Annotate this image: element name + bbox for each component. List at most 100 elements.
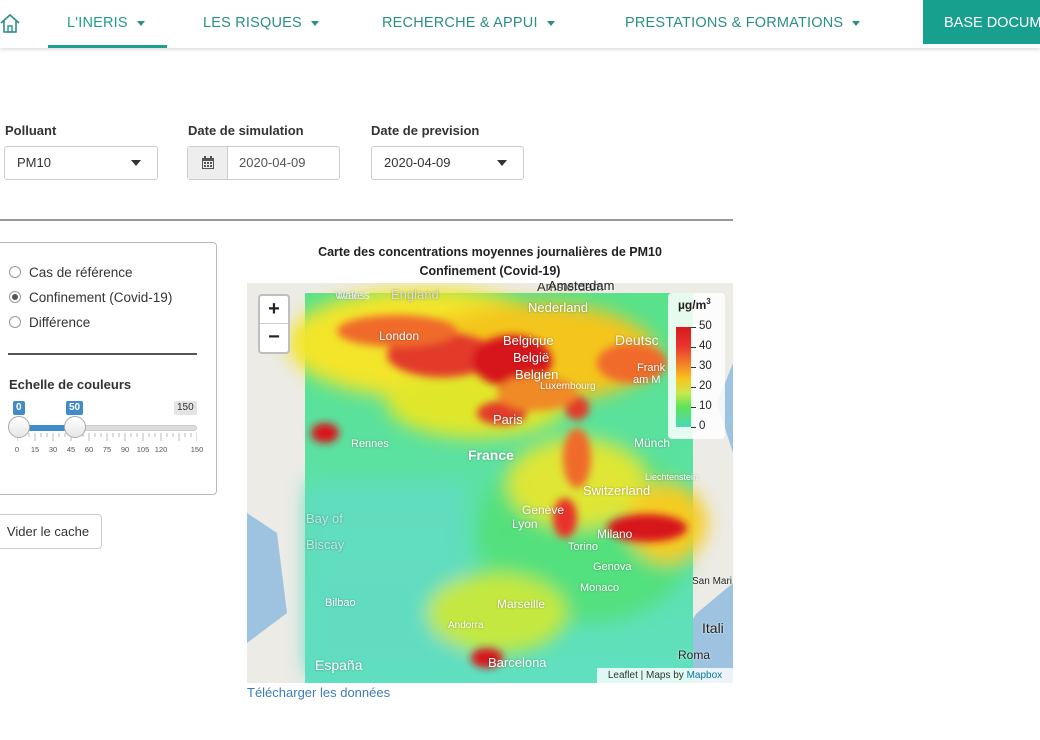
map-place-label: Roma (678, 648, 711, 662)
map-place-label: Milano (597, 527, 633, 541)
map-zoom-control: + − (258, 294, 290, 354)
map-subtitle: Confinement (Covid-19) (419, 264, 561, 278)
radio-difference[interactable]: Différence (9, 315, 90, 330)
map-place-label: San Mari (692, 576, 733, 587)
map-place-label: Monaco (580, 582, 620, 594)
map-place-label: Liechtenstein (645, 472, 699, 482)
map-title: Carte des concentrations moyennes journa… (318, 245, 662, 259)
map-place-label: Belgique (503, 333, 554, 348)
slider-to-handle[interactable] (64, 416, 86, 438)
nav-item-lineris[interactable]: L'INERIS (67, 15, 145, 31)
legend-tick-label: 10 (699, 400, 712, 412)
map-place-label: Deutsc (615, 332, 659, 348)
slider-tick-label: 90 (120, 445, 130, 454)
polluant-label: Polluant (5, 123, 57, 138)
slider-tick-label: 150 (190, 445, 204, 454)
slider-tick-label: 120 (154, 445, 168, 454)
top-navbar: L'INERIS LES RISQUES RECHERCHE & APPUI P… (0, 0, 1040, 48)
map-attribution: Leaflet | Maps by Mapbox (597, 668, 733, 683)
map-place-label: Marseille (497, 597, 546, 611)
radio-circle-icon (9, 266, 21, 278)
map-place-label: Rennes (351, 438, 389, 450)
options-panel: Cas de référence Confinement (Covid-19) … (0, 242, 217, 495)
clear-cache-button[interactable]: Vider le cache (0, 514, 102, 549)
caret-down-icon (136, 20, 145, 26)
map-place-label: London (379, 329, 420, 343)
date-simulation-input[interactable]: 2020-04-09 (187, 146, 340, 180)
map-raster: Wales Amsterdam (247, 283, 733, 683)
zoom-out-button[interactable]: − (260, 324, 288, 352)
map-place-label: France (468, 447, 514, 463)
nav-item-prestations-formations[interactable]: PRESTATIONS & FORMATIONS (625, 15, 861, 31)
map-place-label: Switzerland (583, 483, 651, 498)
slider-tick-label: 105 (136, 445, 150, 454)
slider-ticks (17, 433, 197, 441)
mapbox-link[interactable]: Mapbox (687, 670, 723, 681)
map-place-label: Amsterdam (548, 278, 615, 293)
nav-item-recherche-appui[interactable]: RECHERCHE & APPUI (382, 15, 555, 31)
dropdown-arrow-icon (497, 160, 507, 166)
map-place-label: Luxembourg (540, 381, 596, 392)
map-place-label: Wales (335, 290, 366, 302)
radio-circle-icon (9, 316, 21, 328)
map-place-label: Frank (637, 362, 666, 374)
caret-down-icon (546, 20, 555, 26)
map-place-label: Nederland (528, 300, 588, 315)
legend-tick-label: 30 (699, 360, 712, 372)
slider-tick-label: 75 (102, 445, 112, 454)
caret-down-icon (310, 20, 319, 26)
map-place-label: Lyon (512, 517, 538, 531)
legend-tick-mark (691, 367, 696, 368)
map-place-label: am M (633, 374, 661, 386)
map-place-label: Andorra (448, 620, 484, 631)
slider-from-handle[interactable] (8, 416, 30, 438)
slider-tick-label: 45 (66, 445, 76, 454)
map-place-label: Barcelona (488, 655, 547, 670)
map-legend: µg/m3 50 40 30 20 10 0 (668, 293, 725, 439)
legend-tick-mark (691, 347, 696, 348)
date-simulation-value: 2020-04-09 (239, 155, 306, 170)
legend-tick-label: 40 (699, 340, 712, 352)
legend-tick-label: 20 (699, 380, 712, 392)
map-place-label: Torino (568, 541, 598, 553)
pollution-map[interactable]: Wales Amsterdam (247, 283, 733, 683)
download-data-link[interactable]: Télécharger les données (247, 685, 390, 700)
dropdown-arrow-icon (131, 160, 141, 166)
zoom-in-button[interactable]: + (260, 296, 288, 324)
map-place-label: Bilbao (325, 597, 356, 609)
panel-divider (8, 353, 197, 355)
calendar-addon (188, 147, 228, 179)
slider-from-badge: 0 (13, 401, 25, 415)
map-place-label: Bay of (306, 511, 343, 526)
map-place-label: Biscay (306, 537, 345, 552)
nav-base-documentaire-button[interactable]: BASE DOCUM (923, 0, 1040, 44)
map-place-label: Itali (702, 620, 724, 636)
nav-item-les-risques[interactable]: LES RISQUES (203, 15, 319, 31)
radio-cas-de-reference[interactable]: Cas de référence (9, 265, 133, 280)
legend-tick-mark (691, 327, 696, 328)
slider-max-badge: 150 (174, 401, 197, 415)
caret-down-icon (852, 20, 861, 26)
date-prevision-select[interactable]: 2020-04-09 (371, 146, 524, 180)
polluant-select[interactable]: PM10 (4, 146, 158, 180)
calendar-icon (202, 156, 214, 169)
slider-tick-label: 30 (48, 445, 58, 454)
map-place-label: Genève (522, 503, 565, 517)
date-simulation-label: Date de simulation (188, 123, 304, 138)
legend-tick-mark (691, 427, 696, 428)
legend-unit: µg/m3 (678, 297, 711, 312)
slider-tick-label: 60 (84, 445, 94, 454)
slider-tick-label: 0 (14, 445, 20, 454)
map-place-label: England (391, 287, 439, 302)
radio-confinement-covid[interactable]: Confinement (Covid-19) (9, 290, 172, 305)
home-icon[interactable] (0, 12, 20, 34)
map-place-label: España (315, 657, 363, 673)
polluant-select-value: PM10 (17, 155, 51, 170)
legend-tick-label: 50 (699, 320, 712, 332)
slider-tick-label: 15 (30, 445, 40, 454)
legend-color-bar (676, 327, 691, 427)
active-nav-underline (48, 45, 167, 48)
legend-tick-mark (691, 407, 696, 408)
map-place-label: België (513, 350, 550, 365)
map-place-label: Belgien (515, 367, 559, 382)
